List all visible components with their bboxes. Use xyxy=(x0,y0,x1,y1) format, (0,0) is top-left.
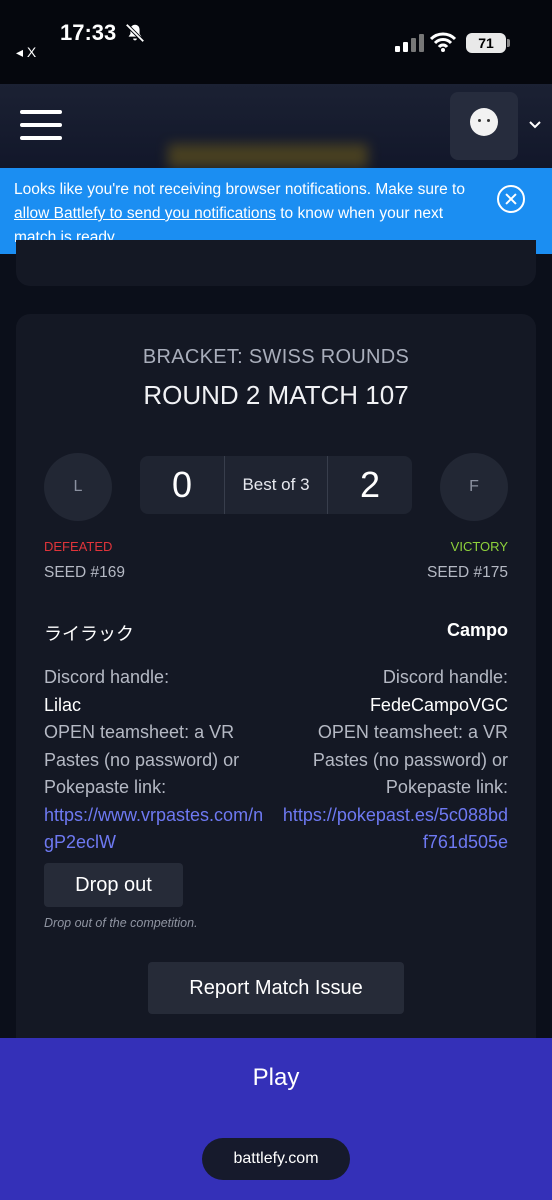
banner-text-before: Looks like you're not receiving browser … xyxy=(14,181,465,198)
discord-label-left: Discord handle: xyxy=(44,667,170,687)
chevron-down-icon[interactable] xyxy=(528,118,542,132)
signal-icon xyxy=(395,34,424,52)
menu-icon[interactable] xyxy=(20,110,62,140)
drop-out-note: Drop out of the competition. xyxy=(44,916,198,930)
battery-icon: 71 xyxy=(466,33,506,53)
teamsheet-link-right[interactable]: https://pokepast.es/5c088bdf761d505e xyxy=(282,802,508,857)
bell-off-icon xyxy=(125,23,145,43)
battery-nub xyxy=(507,39,510,47)
round-title: ROUND 2 MATCH 107 xyxy=(143,380,409,410)
discord-label-right: Discord handle: xyxy=(382,667,508,687)
teamsheet-link-left[interactable]: https://www.vrpastes.com/ngP2eclW xyxy=(44,802,270,857)
player-info-right: Discord handle: FedeCampoVGC OPEN teamsh… xyxy=(282,664,508,857)
team-right-avatar: F xyxy=(440,453,508,521)
previous-card xyxy=(16,240,536,286)
score-right: 2 xyxy=(328,456,412,514)
result-left: DEFEATED xyxy=(44,539,113,554)
seed-right: SEED #175 xyxy=(427,564,508,581)
back-to-app[interactable]: ◂ X xyxy=(16,44,36,61)
seed-left: SEED #169 xyxy=(44,564,125,581)
status-time: 17:33 xyxy=(60,20,117,45)
close-icon[interactable] xyxy=(497,185,525,213)
avatar-face xyxy=(470,108,498,136)
discord-handle-right: FedeCampoVGC xyxy=(369,694,508,715)
player-info-left: Discord handle: Lilac OPEN teamsheet: a … xyxy=(44,664,270,857)
teamsheet-label-right: OPEN teamsheet: a VR Pastes (no password… xyxy=(312,722,508,797)
team-left-avatar: L xyxy=(44,453,112,521)
bracket-label: BRACKET: SWISS ROUNDS xyxy=(142,346,410,368)
url-bar[interactable]: battlefy.com xyxy=(202,1138,350,1180)
avatar[interactable] xyxy=(450,92,518,160)
drop-out-button[interactable]: Drop out xyxy=(44,863,183,907)
result-right: VICTORY xyxy=(450,539,508,554)
player-name-left: ライラック xyxy=(44,624,134,644)
wifi-icon xyxy=(430,32,456,52)
score-left: 0 xyxy=(140,456,224,514)
top-nav xyxy=(0,84,552,168)
teamsheet-label-left: OPEN teamsheet: a VR Pastes (no password… xyxy=(44,722,240,797)
allow-notifications-link[interactable]: allow Battlefy to send you notifications xyxy=(14,205,276,222)
player-name-right: Campo xyxy=(446,620,508,640)
report-match-issue-button[interactable]: Report Match Issue xyxy=(148,962,404,1014)
play-button[interactable]: Play xyxy=(0,1064,552,1092)
match-format: Best of 3 xyxy=(224,456,328,514)
discord-handle-left: Lilac xyxy=(44,694,82,715)
nav-logo-glow xyxy=(168,144,368,168)
